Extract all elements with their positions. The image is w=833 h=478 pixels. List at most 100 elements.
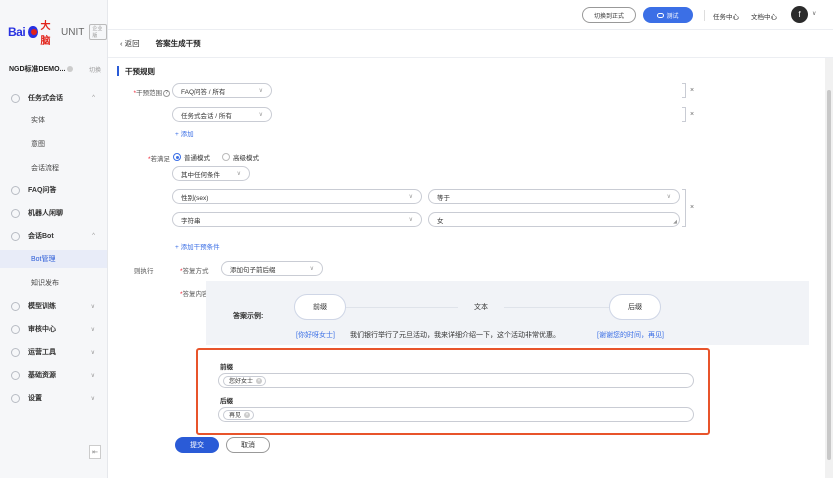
condition-type-select[interactable]: 字符串 ∨ xyxy=(172,212,422,227)
close-icon[interactable]: × xyxy=(690,87,694,94)
add-scope-link[interactable]: + 添加 xyxy=(175,128,194,138)
scope-bracket xyxy=(682,83,686,98)
tag-text: 您好女士 xyxy=(229,379,254,385)
close-icon[interactable]: × xyxy=(690,111,694,118)
switch-formal-button[interactable]: 切换到正式 xyxy=(582,7,636,23)
chevron-down-icon: ∨ xyxy=(90,372,95,379)
doc-center-link[interactable]: 文档中心 xyxy=(751,11,777,21)
sidebar-item-training[interactable]: 模型训练 ∨ xyxy=(0,297,107,315)
connector-line xyxy=(504,307,609,308)
sidebar: Bai 大脑 UNIT 企业版 NGD标准DEMO... 切换 任务式会话 ^ … xyxy=(0,0,108,478)
task-center-link[interactable]: 任务中心 xyxy=(713,11,739,21)
chevron-down-icon: ∨ xyxy=(258,88,263,94)
switch-app-link[interactable]: 切换 xyxy=(89,65,101,74)
close-icon[interactable]: × xyxy=(244,411,251,418)
chevron-down-icon: ∨ xyxy=(90,326,95,333)
sidebar-item-label: 机器人闲聊 xyxy=(28,210,63,217)
scope-label-text: 干预范围 xyxy=(136,90,162,97)
chevron-down-icon: ∨ xyxy=(90,349,95,356)
sidebar-item-faq[interactable]: FAQ问答 xyxy=(0,181,107,199)
chevron-down-icon[interactable]: ∨ xyxy=(812,10,816,17)
chevron-down-icon: ∨ xyxy=(258,112,263,118)
add-condition-link[interactable]: + 添加干预条件 xyxy=(175,241,220,251)
radio-dot xyxy=(173,153,181,161)
edition-badge: 企业版 xyxy=(89,24,107,40)
sidebar-item-bot-manage[interactable]: Bot管理 xyxy=(0,250,107,268)
logo-du: 大脑 xyxy=(40,21,51,47)
scope-select-task[interactable]: 任务式会话 / 所有 ∨ xyxy=(172,107,272,122)
back-link[interactable]: ‹ 返回 xyxy=(120,38,140,49)
sidebar-item-label: 运营工具 xyxy=(28,349,56,356)
app-selector[interactable]: NGD标准DEMO... 切换 xyxy=(9,64,101,74)
chevron-down-icon: ∨ xyxy=(236,171,241,177)
ops-icon xyxy=(11,347,20,357)
close-icon[interactable]: × xyxy=(256,377,263,384)
submit-button[interactable]: 提交 xyxy=(175,437,219,453)
suffix-tag-input[interactable]: 再见 × xyxy=(218,407,694,422)
condition-operator-select[interactable]: 等于 ∨ xyxy=(428,189,680,204)
reply-method-value: 添加句子前后缀 xyxy=(230,266,276,274)
sidebar-item-bot[interactable]: 会话Bot ^ xyxy=(0,227,107,245)
collapse-sidebar-icon[interactable]: ⇤ xyxy=(89,445,101,459)
condition-label: *若满足 xyxy=(147,156,170,163)
reply-method-select[interactable]: 添加句子前后缀 ∨ xyxy=(221,261,323,276)
sidebar-item-intent[interactable]: 意图 xyxy=(0,135,107,153)
sidebar-item-chitchat[interactable]: 机器人闲聊 xyxy=(0,204,107,222)
sidebar-item-entity[interactable]: 实体 xyxy=(0,111,107,129)
sidebar-item-label: 审核中心 xyxy=(28,326,56,333)
section-title: 干预规则 xyxy=(117,65,155,77)
radio-normal-mode[interactable]: 普通模式 xyxy=(173,152,210,162)
prefix-label: 前缀 xyxy=(220,364,233,371)
sidebar-item-label: 会话Bot xyxy=(28,233,54,240)
sidebar-item-label: 任务式会话 xyxy=(28,95,63,102)
condition-field-value: 性别(sex) xyxy=(181,194,209,202)
avatar[interactable]: f xyxy=(791,6,808,23)
chat-icon xyxy=(657,12,665,18)
sidebar-item-flow[interactable]: 会话流程 xyxy=(0,159,107,177)
suffix-label: 后缀 xyxy=(220,398,233,405)
scope-select-faq[interactable]: FAQ问答 / 所有 ∨ xyxy=(172,83,272,98)
close-icon[interactable]: × xyxy=(690,204,694,211)
sidebar-item-publish[interactable]: 知识发布 xyxy=(0,274,107,292)
sidebar-item-task-dialog[interactable]: 任务式会话 ^ xyxy=(0,89,107,107)
top-bar: 切换到正式 测试 任务中心 文档中心 f ∨ xyxy=(108,0,833,30)
radio-label: 高级模式 xyxy=(233,155,259,162)
chevron-down-icon: ∨ xyxy=(408,194,413,200)
help-icon[interactable]: ? xyxy=(163,89,170,97)
reply-method-label: *答复方式 xyxy=(180,268,209,275)
divider xyxy=(704,10,705,21)
reply-content-label: *答复内容 xyxy=(180,291,209,298)
sidebar-item-label: FAQ问答 xyxy=(28,187,57,194)
test-button[interactable]: 测试 xyxy=(643,7,693,23)
prefix-tag-input[interactable]: 您好女士 × xyxy=(218,373,694,388)
sidebar-item-settings[interactable]: 设置 ∨ xyxy=(0,389,107,407)
training-icon xyxy=(11,301,20,311)
reply-method-label-text: 答复方式 xyxy=(182,268,209,275)
condition-value-input[interactable]: 女 ◢ xyxy=(428,212,680,227)
suffix-tag[interactable]: 再见 × xyxy=(223,409,255,420)
bot-icon xyxy=(11,231,20,241)
sidebar-item-resources[interactable]: 基础资源 ∨ xyxy=(0,366,107,384)
sidebar-item-ops[interactable]: 运营工具 ∨ xyxy=(0,343,107,361)
dialog-icon xyxy=(11,93,20,103)
radio-advanced-mode[interactable]: 高级模式 xyxy=(222,152,259,162)
chevron-up-icon: ^ xyxy=(92,233,95,239)
match-condition-select[interactable]: 其中任何条件 ∨ xyxy=(172,166,250,181)
cancel-button[interactable]: 取消 xyxy=(226,437,270,453)
edit-icon[interactable] xyxy=(67,66,74,72)
then-label: 则执行 xyxy=(134,268,154,275)
scrollbar-thumb[interactable] xyxy=(827,90,831,460)
prefix-tag[interactable]: 您好女士 × xyxy=(223,375,267,386)
robot-icon xyxy=(11,208,20,218)
section-bar xyxy=(117,66,119,76)
scope-label: *干预范围? xyxy=(120,87,170,97)
baidu-logo[interactable]: Bai 大脑 UNIT 企业版 xyxy=(8,21,107,47)
condition-field-select[interactable]: 性别(sex) ∨ xyxy=(172,189,422,204)
example-suffix-text: [谢谢您的时间，再见] xyxy=(597,332,664,339)
reply-content-label-text: 答复内容 xyxy=(182,291,209,298)
example-body-text: 我们银行举行了元旦活动，我来详细介绍一下，这个活动非常优惠。 xyxy=(350,332,560,339)
sidebar-item-review[interactable]: 审核中心 ∨ xyxy=(0,320,107,338)
scope-bracket xyxy=(682,107,686,122)
page-title: 答案生成干预 xyxy=(155,39,201,48)
resize-handle-icon[interactable]: ◢ xyxy=(673,219,677,225)
